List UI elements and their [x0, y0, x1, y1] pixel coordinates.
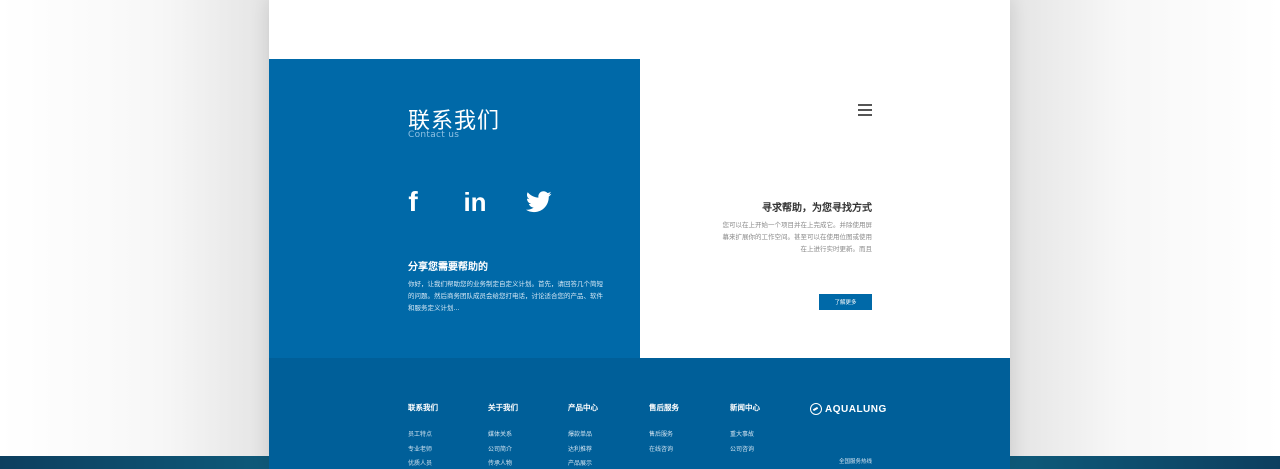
hotline-label: 全国服务热线 — [838, 459, 872, 465]
page-container: 联系我们 Contact us f in 分享您需要帮助的 你好，让我们帮助您的… — [269, 0, 1010, 469]
footer-link[interactable]: 专业老师 — [408, 444, 438, 459]
learn-more-button[interactable]: 了解更多 — [819, 294, 872, 310]
footer-column-about: 关于我们 媒体关系 公司简介 传承人物 — [488, 402, 518, 469]
footer-link[interactable]: 公司简介 — [488, 444, 518, 459]
contact-subtitle: Contact us — [408, 130, 460, 140]
footer: 联系我们 员工特点 专业老师 优质人员 关于我们 媒体关系 公司简介 传承人物 … — [269, 358, 1010, 469]
footer-link[interactable]: 产品展示 — [568, 458, 598, 469]
menu-bar — [858, 104, 872, 106]
twitter-bird-icon — [526, 191, 552, 213]
footer-link[interactable]: 在线咨询 — [649, 444, 679, 459]
footer-link[interactable]: 传承人物 — [488, 458, 518, 469]
footer-link[interactable]: 员工特点 — [408, 429, 438, 444]
footer-link[interactable]: 优质人员 — [408, 458, 438, 469]
footer-column-title[interactable]: 新闻中心 — [730, 402, 760, 413]
help-heading: 分享您需要帮助的 — [408, 262, 488, 273]
footer-link[interactable]: 售后服务 — [649, 429, 679, 444]
footer-link[interactable]: 爆款单品 — [568, 429, 598, 444]
footer-column-title[interactable]: 产品中心 — [568, 402, 598, 413]
linkedin-icon[interactable]: in — [459, 187, 491, 217]
footer-column-title[interactable]: 关于我们 — [488, 402, 518, 413]
twitter-icon[interactable] — [525, 187, 553, 217]
footer-link[interactable]: 达利推荐 — [568, 444, 598, 459]
menu-bar — [858, 109, 872, 111]
facebook-icon[interactable]: f — [403, 186, 423, 217]
footer-column-title[interactable]: 售后服务 — [649, 402, 679, 413]
logo-mark-icon — [810, 403, 822, 415]
menu-bar — [858, 114, 872, 116]
hamburger-menu-icon[interactable] — [858, 104, 872, 116]
footer-column-news: 新闻中心 重大事故 公司咨询 — [730, 402, 760, 458]
footer-column-products: 产品中心 爆款单品 达利推荐 产品展示 — [568, 402, 598, 469]
background-left — [0, 0, 269, 469]
aqualung-logo[interactable]: AQUALUNG — [810, 403, 887, 415]
footer-column-contact: 联系我们 员工特点 专业老师 优质人员 — [408, 402, 438, 469]
contact-panel: 联系我们 Contact us f in 分享您需要帮助的 你好，让我们帮助您的… — [269, 59, 640, 358]
footer-link[interactable]: 公司咨询 — [730, 444, 760, 459]
seek-help-heading: 寻求帮助，为您寻找方式 — [762, 203, 872, 214]
help-text: 你好，让我们帮助您的业务制定自定义计划。首先，请回答几个简短的问题。然后商务团队… — [408, 280, 603, 312]
footer-link[interactable]: 重大事故 — [730, 429, 760, 444]
seek-help-text: 您可以在上开始一个项目并在上完成它。并除使用屏幕来扩展你的工作空间。甚至可以在使… — [722, 221, 873, 253]
footer-column-service: 售后服务 售后服务 在线咨询 — [649, 402, 679, 458]
background-right — [1010, 0, 1280, 469]
footer-column-title[interactable]: 联系我们 — [408, 402, 438, 413]
footer-link[interactable]: 媒体关系 — [488, 429, 518, 444]
logo-text: AQUALUNG — [825, 403, 887, 415]
